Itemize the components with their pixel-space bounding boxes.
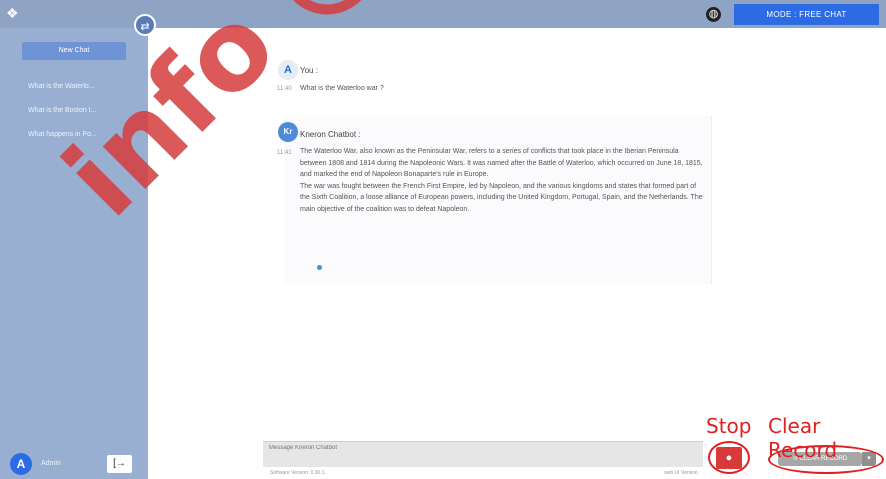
software-version-text: Software Version: 0.30.1 [270,470,325,476]
webui-version-text: web UI Version [664,470,698,476]
user-name: Admin [41,460,61,467]
history-item[interactable]: What is the Boston t... [28,104,140,128]
app-logo-icon: ❖ [6,5,19,21]
user-message-sender: You : [300,66,318,75]
bot-message-time: 11:41 [277,150,292,156]
sidebar: New Chat What is the Waterlo... What is … [0,28,148,479]
bot-paragraph: The war was fought between the French Fi… [300,182,703,213]
history-item[interactable]: What is the Waterlo... [28,80,140,104]
toggle-sidebar-icon[interactable]: ⇄ [134,14,156,36]
user-message-avatar: A [278,60,298,80]
message-input[interactable] [269,442,689,454]
bot-avatar-icon: Kr [278,122,298,142]
message-input-box[interactable] [263,441,703,467]
logout-icon[interactable]: [→ [107,455,132,473]
mode-button[interactable]: MODE : FREE CHAT [734,4,879,25]
bot-message-text: The Waterloo War, also known as the Peni… [300,146,705,215]
bot-paragraph: The Waterloo War, also known as the Peni… [300,148,703,178]
top-bar: ❖ ◍ MODE : FREE CHAT [0,0,886,28]
annotation-stop-label: Stop [706,414,752,438]
annotation-clear-circle [768,445,884,474]
history-item[interactable]: What happens in Po... [28,128,140,152]
user-message-text: What is the Waterloo war ? [300,85,384,92]
user-avatar: A [10,453,32,475]
annotation-stop-circle [708,441,750,474]
chat-history-list: What is the Waterlo... What is the Bosto… [28,80,140,152]
language-globe-icon[interactable]: ◍ [706,7,721,22]
bot-message-sender: Kneron Chatbot : [300,130,361,139]
typing-indicator-icon [317,265,322,270]
user-message-time: 11:40 [277,86,292,92]
new-chat-button[interactable]: New Chat [22,42,126,60]
